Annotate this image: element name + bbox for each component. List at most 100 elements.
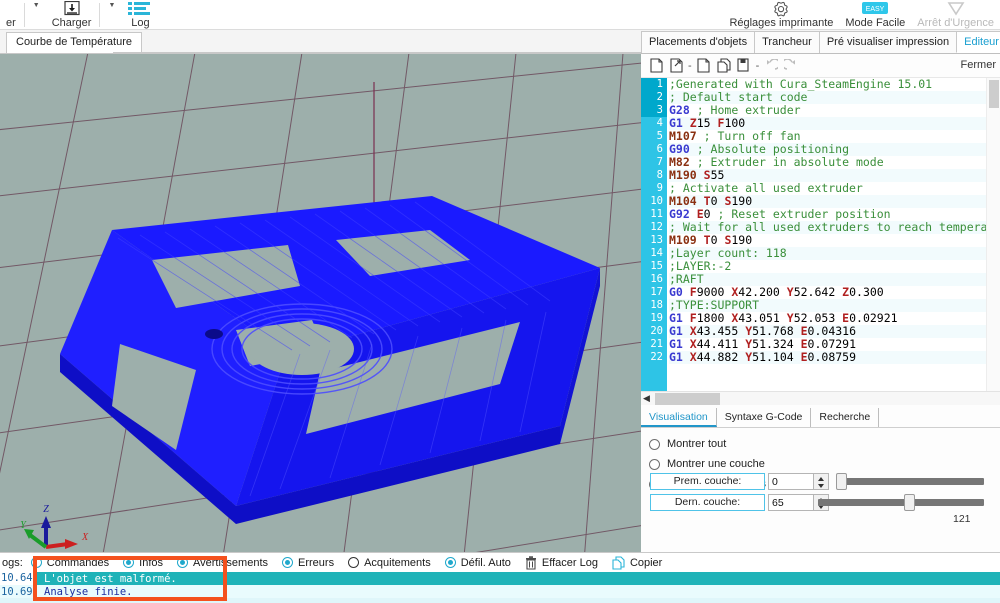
toolbar-dash-2: - <box>755 59 760 72</box>
new-file-icon[interactable] <box>647 57 665 75</box>
editor-horizontal-scrollbar[interactable]: ◀ <box>641 391 1000 405</box>
ribbon-button-easy-mode[interactable]: EASY Mode Facile <box>839 0 911 29</box>
editor-vertical-scrollbar[interactable] <box>986 78 1000 391</box>
log-label-effacer: Effacer Log <box>541 556 598 569</box>
editor-vscroll-thumb[interactable] <box>989 80 999 108</box>
log-button-copier[interactable]: Copier <box>612 555 663 570</box>
first-layer-slider-track[interactable] <box>838 478 984 485</box>
ribbon-left-group: er ▼ Charger ▼ Log <box>0 0 159 29</box>
tab-previsualiser-impression[interactable]: Pré visualiser impression <box>818 31 958 53</box>
tab-trancheur[interactable]: Trancheur <box>754 31 820 53</box>
log-filter-defil-auto[interactable]: Défil. Auto <box>444 556 511 569</box>
scroll-left-icon[interactable]: ◀ <box>643 393 650 404</box>
gcode-line-number: 5 <box>656 130 663 142</box>
log-toolbar: ogs: Commandes Infos Avertissements Erre… <box>0 552 1000 572</box>
first-layer-button[interactable]: Prem. couche: <box>650 473 765 490</box>
ribbon-caret-1[interactable]: ▼ <box>27 0 46 29</box>
gcode-lines[interactable]: 1 ;Generated with Cura_SteamEngine 15.01 2… <box>641 78 1000 391</box>
log-label-acquitements: Acquitements <box>364 556 431 569</box>
gcode-line-text: G1 X44.882 Y51.104 E0.08759 <box>669 351 1000 364</box>
save-file-icon[interactable] <box>695 57 713 75</box>
3d-viewport[interactable]: Z X Y <box>0 54 641 552</box>
ribbon-label-printer-settings: Réglages imprimante <box>729 17 834 29</box>
ribbon-button-printer-settings[interactable]: Réglages imprimante <box>723 0 839 29</box>
gcode-line-number: 10 <box>650 195 663 207</box>
tab-editeur-gcode[interactable]: Editeur G-Code <box>956 31 1000 53</box>
ribbon-button-partial[interactable]: er <box>0 0 22 29</box>
log-button-effacer[interactable]: Effacer Log <box>525 555 598 570</box>
gizmo-z-label: Z <box>43 504 49 515</box>
gizmo-x-label: X <box>81 532 89 543</box>
gcode-line-number: 17 <box>650 286 663 298</box>
log-output-pane[interactable]: 10.64 L'objet est malformé. 10.69 Analys… <box>0 572 1000 603</box>
log-label-infos: Infos <box>139 556 164 569</box>
redo-icon[interactable] <box>782 57 800 75</box>
open-file-icon[interactable] <box>667 57 685 75</box>
radio-icon-acquitements <box>348 557 360 568</box>
radio-montrer-tout[interactable]: Montrer tout <box>649 434 949 454</box>
radio-icon-defil-auto <box>444 557 456 568</box>
gcode-line-number: 19 <box>650 312 663 324</box>
right-tab-strip: Placements d'objets Trancheur Pré visual… <box>641 30 1000 54</box>
first-layer-slider-thumb[interactable] <box>836 473 847 490</box>
first-layer-stepper-down-icon[interactable] <box>818 484 824 488</box>
ribbon-button-emergency-stop[interactable]: Arrêt d'Urgence <box>911 0 1000 29</box>
gcode-line-number: 6 <box>656 143 663 155</box>
copy-icon <box>612 555 625 570</box>
tab-syntaxe-gcode[interactable]: Syntaxe G-Code <box>717 408 812 427</box>
ribbon-label-easy-mode: Mode Facile <box>845 17 906 29</box>
log-filter-infos[interactable]: Infos <box>123 557 163 569</box>
log-label-defil-auto: Défil. Auto <box>460 556 511 569</box>
gcode-editor[interactable]: 1 ;Generated with Cura_SteamEngine 15.01 2… <box>641 78 1000 391</box>
radio-montrer-une-couche[interactable]: Montrer une couche <box>649 454 949 474</box>
gcode-line-number: 12 <box>650 221 663 233</box>
ribbon-right-group: Réglages imprimante EASY Mode Facile Arr… <box>723 0 1000 29</box>
tab-placements-objets[interactable]: Placements d'objets <box>641 31 756 53</box>
gcode-line[interactable]: 22 G1 X44.882 Y51.104 E0.08759 <box>641 351 1000 364</box>
gcode-line-number: 18 <box>650 299 663 311</box>
ribbon-button-charger[interactable]: Charger <box>46 0 98 29</box>
gcode-line-number: 2 <box>656 91 663 103</box>
first-layer-stepper-up-icon[interactable] <box>818 477 824 481</box>
left-tab-strip-filler <box>113 32 641 53</box>
ribbon-label-emergency-stop: Arrêt d'Urgence <box>917 17 994 29</box>
log-filter-commandes[interactable]: Commandes <box>30 556 110 569</box>
save-as-icon[interactable] <box>735 57 753 75</box>
gcode-line-number: 3 <box>656 104 663 116</box>
gcode-close-label[interactable]: Fermer <box>961 59 996 71</box>
gcode-line-number: 13 <box>650 234 663 246</box>
radio-icon-montrer-une-couche <box>649 458 660 470</box>
copy-file-icon[interactable] <box>715 57 733 75</box>
ribbon-label-charger: Charger <box>51 17 92 29</box>
ribbon-caret-2[interactable]: ▼ <box>102 0 121 29</box>
radio-icon-montrer-tout <box>649 438 660 450</box>
load-icon <box>61 1 83 17</box>
log-filter-avertissements[interactable]: Avertissements <box>177 557 268 569</box>
editor-hscroll-thumb[interactable] <box>655 393 720 405</box>
tab-visualisation[interactable]: Visualisation <box>641 408 717 427</box>
first-layer-stepper[interactable] <box>814 473 829 490</box>
first-layer-value[interactable]: 0 <box>768 473 814 490</box>
trash-icon <box>525 555 537 570</box>
emergency-stop-icon <box>944 1 968 17</box>
log-label-copier: Copier <box>629 556 663 569</box>
last-layer-slider-track[interactable] <box>818 499 984 506</box>
undo-icon[interactable] <box>762 57 780 75</box>
log-label-avertissements: Avertissements <box>193 556 269 569</box>
toolbar-dash-1: - <box>688 59 692 72</box>
log-row-info: 10.69 Analyse finie. <box>0 585 1000 598</box>
gcode-line-text: ;LAYER:-2 <box>669 259 732 273</box>
log-filter-erreurs[interactable]: Erreurs <box>282 557 334 569</box>
ribbon-button-log[interactable]: Log <box>121 0 159 29</box>
log-message-2: Analyse finie. <box>44 585 133 598</box>
gcode-line-number: 21 <box>650 338 663 350</box>
tab-recherche[interactable]: Recherche <box>811 408 880 427</box>
last-layer-button[interactable]: Dern. couche: <box>650 494 765 511</box>
last-layer-slider-thumb[interactable] <box>904 494 915 511</box>
log-label-commandes: Commandes <box>46 556 110 569</box>
last-layer-value[interactable]: 65 <box>768 494 814 511</box>
gcode-line-number: 8 <box>656 169 663 181</box>
easy-mode-icon: EASY <box>858 1 892 17</box>
log-filter-acquitements[interactable]: Acquitements <box>348 557 431 569</box>
radio-icon-commandes <box>30 557 42 568</box>
